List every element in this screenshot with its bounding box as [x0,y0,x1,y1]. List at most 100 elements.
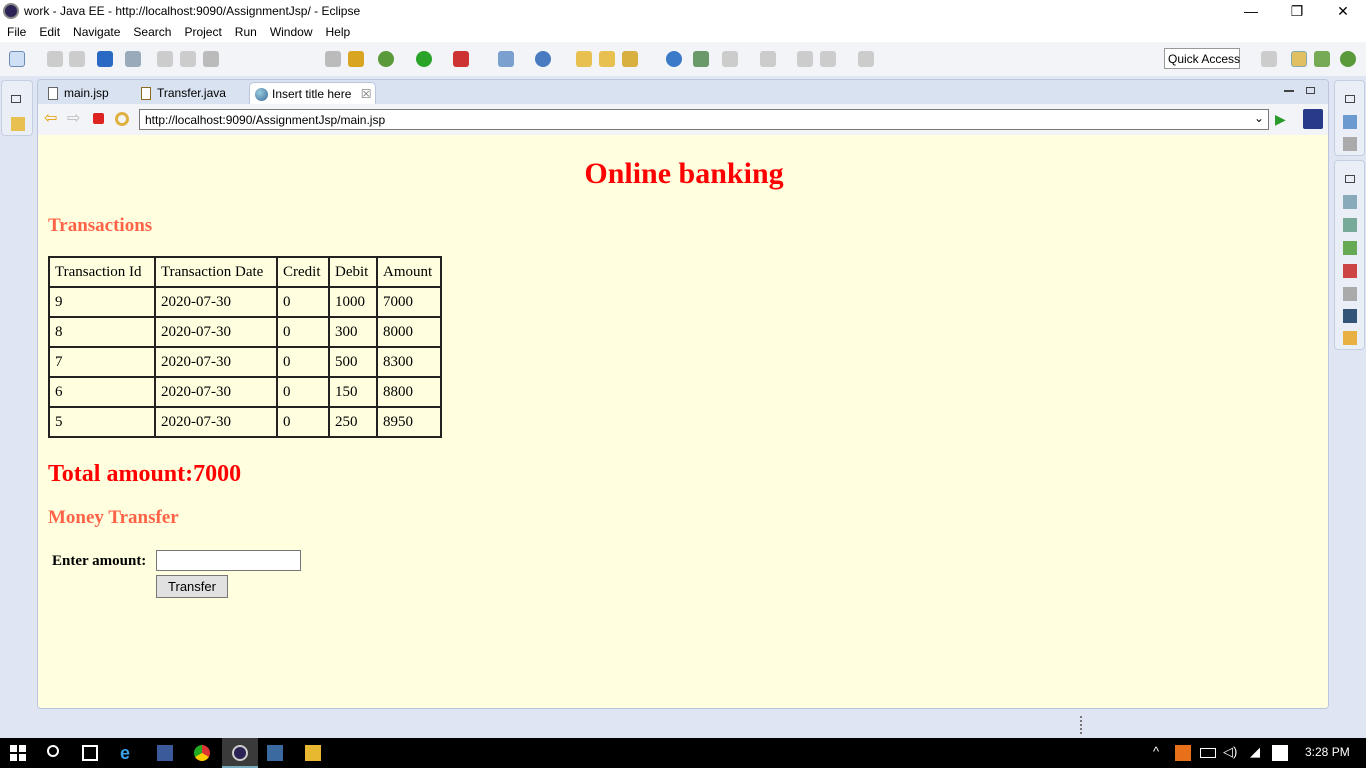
external-tools-icon[interactable] [453,51,469,67]
project-explorer-icon[interactable] [11,117,25,131]
forward-arrow-icon[interactable]: ⇨ [67,111,80,127]
outline-icon[interactable] [1343,115,1357,129]
tab-label: Transfer.java [157,86,226,100]
edge-icon[interactable]: e [120,744,136,762]
money-transfer-heading: Money Transfer [48,507,179,528]
debug-icon[interactable] [378,51,394,67]
back-icon[interactable] [820,51,836,67]
transfer-button[interactable]: Transfer [156,575,228,598]
header-cell: Amount [376,256,442,288]
maximize-button[interactable]: ❐ [1274,0,1320,22]
eclipse-icon [232,745,248,761]
notifications-icon[interactable] [1272,745,1288,761]
console-view-icon[interactable] [1343,309,1357,323]
menu-project[interactable]: Project [177,22,227,39]
menu-edit[interactable]: Edit [32,22,66,39]
restore-icon[interactable] [11,95,21,103]
menu-window[interactable]: Window [263,22,319,39]
search-icon[interactable] [47,745,59,757]
last-edit-icon[interactable] [797,51,813,67]
status-bar-handle[interactable] [1080,716,1083,734]
use-step-filters-icon[interactable] [348,51,364,67]
url-input[interactable]: http://localhost:9090/AssignmentJsp/main… [139,109,1269,130]
table-cell: 300 [328,316,378,348]
terminate-icon[interactable] [203,51,219,67]
table-cell: 8800 [376,376,442,408]
chrome-icon[interactable] [194,745,210,761]
windows-start-icon[interactable] [10,745,26,761]
table-row: 7 2020-07-30 0 500 8300 [48,346,442,378]
open-resource-icon[interactable] [599,51,615,67]
new-icon[interactable] [9,51,25,67]
task-view-icon[interactable] [82,745,98,761]
menu-help[interactable]: Help [319,22,357,39]
restore-icon[interactable] [1345,175,1355,183]
open-perspective-icon[interactable] [1261,51,1277,67]
go-icon[interactable]: ▶ [1275,111,1286,128]
menu-run[interactable]: Run [228,22,263,39]
new-class-icon[interactable] [535,51,551,67]
prev-annotation-icon[interactable] [760,51,776,67]
battery-icon[interactable] [1200,748,1216,758]
stop-icon[interactable] [93,113,104,124]
tab-transfer-java[interactable]: Transfer.java [135,82,245,104]
table-cell: 0 [276,286,330,318]
servers-icon[interactable] [1343,241,1357,255]
minimize-button[interactable]: — [1228,0,1274,22]
tray-app-icon[interactable] [1175,745,1191,761]
minimize-editor-icon[interactable] [1284,90,1294,92]
sql-icon[interactable] [267,745,283,761]
wifi-icon[interactable]: ◢ [1250,744,1260,760]
file-explorer-icon[interactable] [305,745,321,761]
app-icon[interactable] [157,745,173,761]
resume-icon[interactable] [157,51,173,67]
git-icon[interactable] [1343,331,1357,345]
menu-search[interactable]: Search [126,22,177,39]
show-hidden-icons[interactable]: ^ [1153,744,1159,759]
menu-file[interactable]: File [0,22,32,39]
task-list-icon[interactable] [1343,137,1357,151]
restore-icon[interactable] [1345,95,1355,103]
table-cell: 150 [328,376,378,408]
forward-icon[interactable] [858,51,874,67]
browser-icon[interactable] [666,51,682,67]
tab-insert-title-here[interactable]: Insert title here ☒ [249,82,376,104]
search-icon[interactable] [622,51,638,67]
tab-main-jsp[interactable]: main.jsp [42,82,134,104]
new-server-icon[interactable] [498,51,514,67]
save-all-icon[interactable] [69,51,85,67]
run-icon[interactable] [416,51,432,67]
clock[interactable]: 3:28 PM [1305,745,1350,759]
java-perspective-icon[interactable] [1314,51,1330,67]
properties-icon[interactable] [1343,218,1357,232]
url-dropdown-icon[interactable]: ⌄ [1254,111,1264,125]
skip-breakpoints-icon[interactable] [125,51,141,67]
save-icon[interactable] [47,51,63,67]
suspend-icon[interactable] [180,51,196,67]
java-ee-perspective-icon[interactable] [1291,51,1307,67]
eclipse-logo-icon [3,3,19,19]
eclipse-taskbar-button[interactable] [222,738,258,768]
quick-access-input[interactable]: Quick Access [1164,48,1240,69]
debug-perspective-icon[interactable] [1340,51,1356,67]
editor-area: main.jsp Transfer.java Insert title here… [37,79,1329,709]
markers-icon[interactable] [1343,195,1357,209]
annotation-icon[interactable] [693,51,709,67]
external-browser-icon[interactable] [1303,109,1323,129]
volume-icon[interactable]: ◁) [1223,744,1237,760]
step-filter-icon[interactable] [325,51,341,67]
refresh-icon[interactable] [115,112,129,126]
console-icon[interactable] [97,51,113,67]
amount-input[interactable] [156,550,301,571]
data-source-icon[interactable] [1343,264,1357,278]
back-arrow-icon[interactable]: ⇦ [44,111,57,127]
close-button[interactable]: ✕ [1320,0,1366,22]
snippets-icon[interactable] [1343,287,1357,301]
maximize-editor-icon[interactable] [1306,87,1315,94]
close-tab-icon[interactable]: ☒ [361,87,372,101]
transactions-heading: Transactions [48,215,153,236]
next-annotation-icon[interactable] [722,51,738,67]
web-page: Online banking Transactions Transaction … [38,135,1328,708]
open-type-icon[interactable] [576,51,592,67]
menu-navigate[interactable]: Navigate [66,22,126,39]
